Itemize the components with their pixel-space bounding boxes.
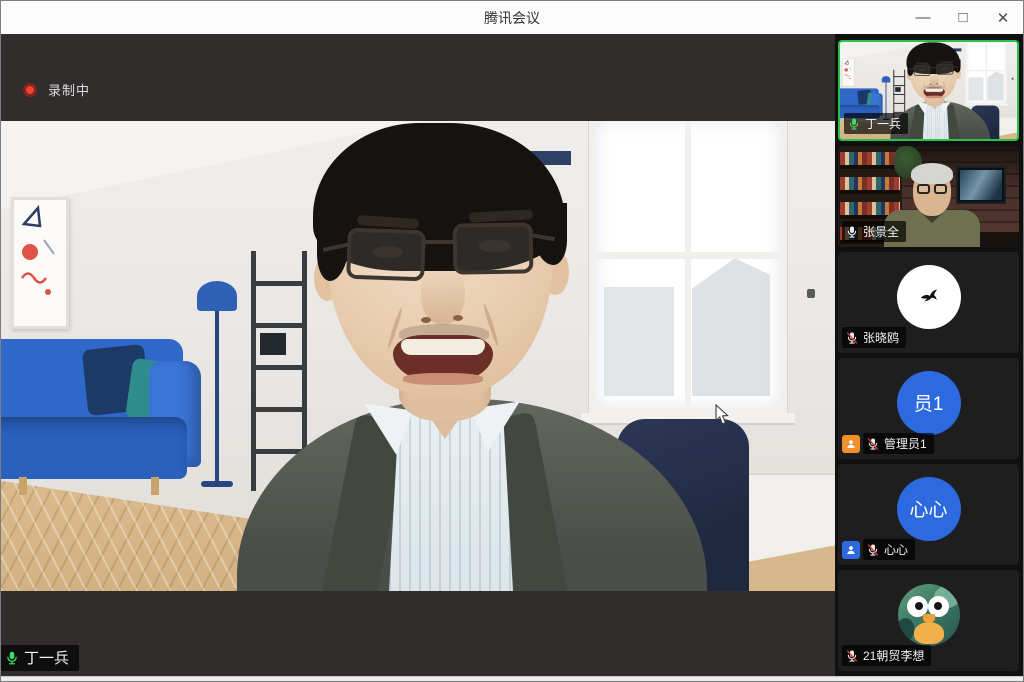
participant-tile-dingyibing[interactable]: 丁一兵 <box>838 40 1019 141</box>
desk <box>976 232 1019 247</box>
glasses-lens <box>936 64 953 75</box>
mic-muted-icon <box>866 543 880 557</box>
participant-name: 心心 <box>884 541 908 558</box>
mic-active-icon <box>4 650 20 666</box>
participant-name-tag: 心心 <box>842 539 915 560</box>
avatar-initials: 员1 <box>914 389 944 416</box>
title-bar[interactable]: 腾讯会议 — □ ✕ <box>1 1 1023 34</box>
glasses-lens <box>453 222 534 274</box>
participant-name: 管理员1 <box>884 435 927 452</box>
room-scene <box>1 121 835 591</box>
cartoon-owl-avatar <box>898 584 960 646</box>
mic-on-icon <box>845 225 859 239</box>
avatar: 员1 <box>897 371 961 435</box>
window-bottom-frame <box>1 676 1023 681</box>
lower-lip <box>403 373 483 385</box>
glasses-lens <box>917 184 930 194</box>
avatar-initials: 心心 <box>909 495 947 522</box>
gray-hair <box>911 163 953 184</box>
host-badge-icon <box>842 435 860 453</box>
participant-tile-xinxin[interactable]: 心心 心心 <box>838 464 1019 565</box>
maximize-button[interactable]: □ <box>943 1 983 34</box>
app-window: 腾讯会议 — □ ✕ 录制中 <box>0 0 1024 682</box>
cursor-icon <box>715 404 730 426</box>
speaker-person <box>1 121 835 591</box>
window-title: 腾讯会议 <box>1 8 1023 28</box>
participant-name-tag: 张景全 <box>842 221 906 242</box>
teeth <box>925 88 943 91</box>
member-badge-icon <box>842 541 860 559</box>
main-name-tag: 丁一兵 <box>1 645 79 671</box>
lower-lip <box>926 96 943 99</box>
meeting-content: 录制中 <box>1 34 1023 676</box>
participant-tile-zhangjingquan[interactable]: 张景全 <box>838 146 1019 247</box>
participant-tile-zhangxiaoou[interactable]: 张晓鸥 <box>838 252 1019 353</box>
recording-dot-icon <box>23 83 37 97</box>
glasses-lens <box>934 184 947 194</box>
participant-tile-lixiang[interactable]: 21朝贸李想 <box>838 570 1019 671</box>
main-speaker-name: 丁一兵 <box>24 647 69 668</box>
mic-muted-icon <box>845 331 859 345</box>
participant-name-tag: 21朝贸李想 <box>842 645 931 666</box>
participant-name: 丁一兵 <box>865 115 901 132</box>
recording-label: 录制中 <box>48 80 90 99</box>
glasses-bridge <box>930 67 937 68</box>
teeth <box>401 339 485 355</box>
main-video-tile[interactable]: 录制中 <box>1 34 835 676</box>
participant-name-tag: 管理员1 <box>842 433 934 454</box>
participant-name-tag: 丁一兵 <box>844 113 908 134</box>
bird-icon <box>918 286 940 308</box>
participants-sidebar: 丁一兵 <box>835 34 1023 676</box>
recording-indicator: 录制中 <box>23 80 90 99</box>
tv-screen <box>956 166 1006 204</box>
mic-active-icon <box>847 117 861 131</box>
avatar: 心心 <box>897 477 961 541</box>
mic-muted-icon <box>845 649 859 663</box>
participant-name: 张景全 <box>863 223 899 240</box>
participant-tile-guanliyuan1[interactable]: 员1 管理员1 <box>838 358 1019 459</box>
avatar <box>897 265 961 329</box>
minimize-button[interactable]: — <box>903 1 943 34</box>
mic-muted-icon <box>866 437 880 451</box>
main-video-frame <box>1 121 835 591</box>
participant-name: 张晓鸥 <box>863 329 899 346</box>
glasses-bridge <box>422 240 456 244</box>
glasses-lens <box>346 228 426 282</box>
participant-name-tag: 张晓鸥 <box>842 327 906 348</box>
close-button[interactable]: ✕ <box>983 1 1023 34</box>
participant-name: 21朝贸李想 <box>863 647 924 664</box>
glasses-lens <box>914 65 931 76</box>
